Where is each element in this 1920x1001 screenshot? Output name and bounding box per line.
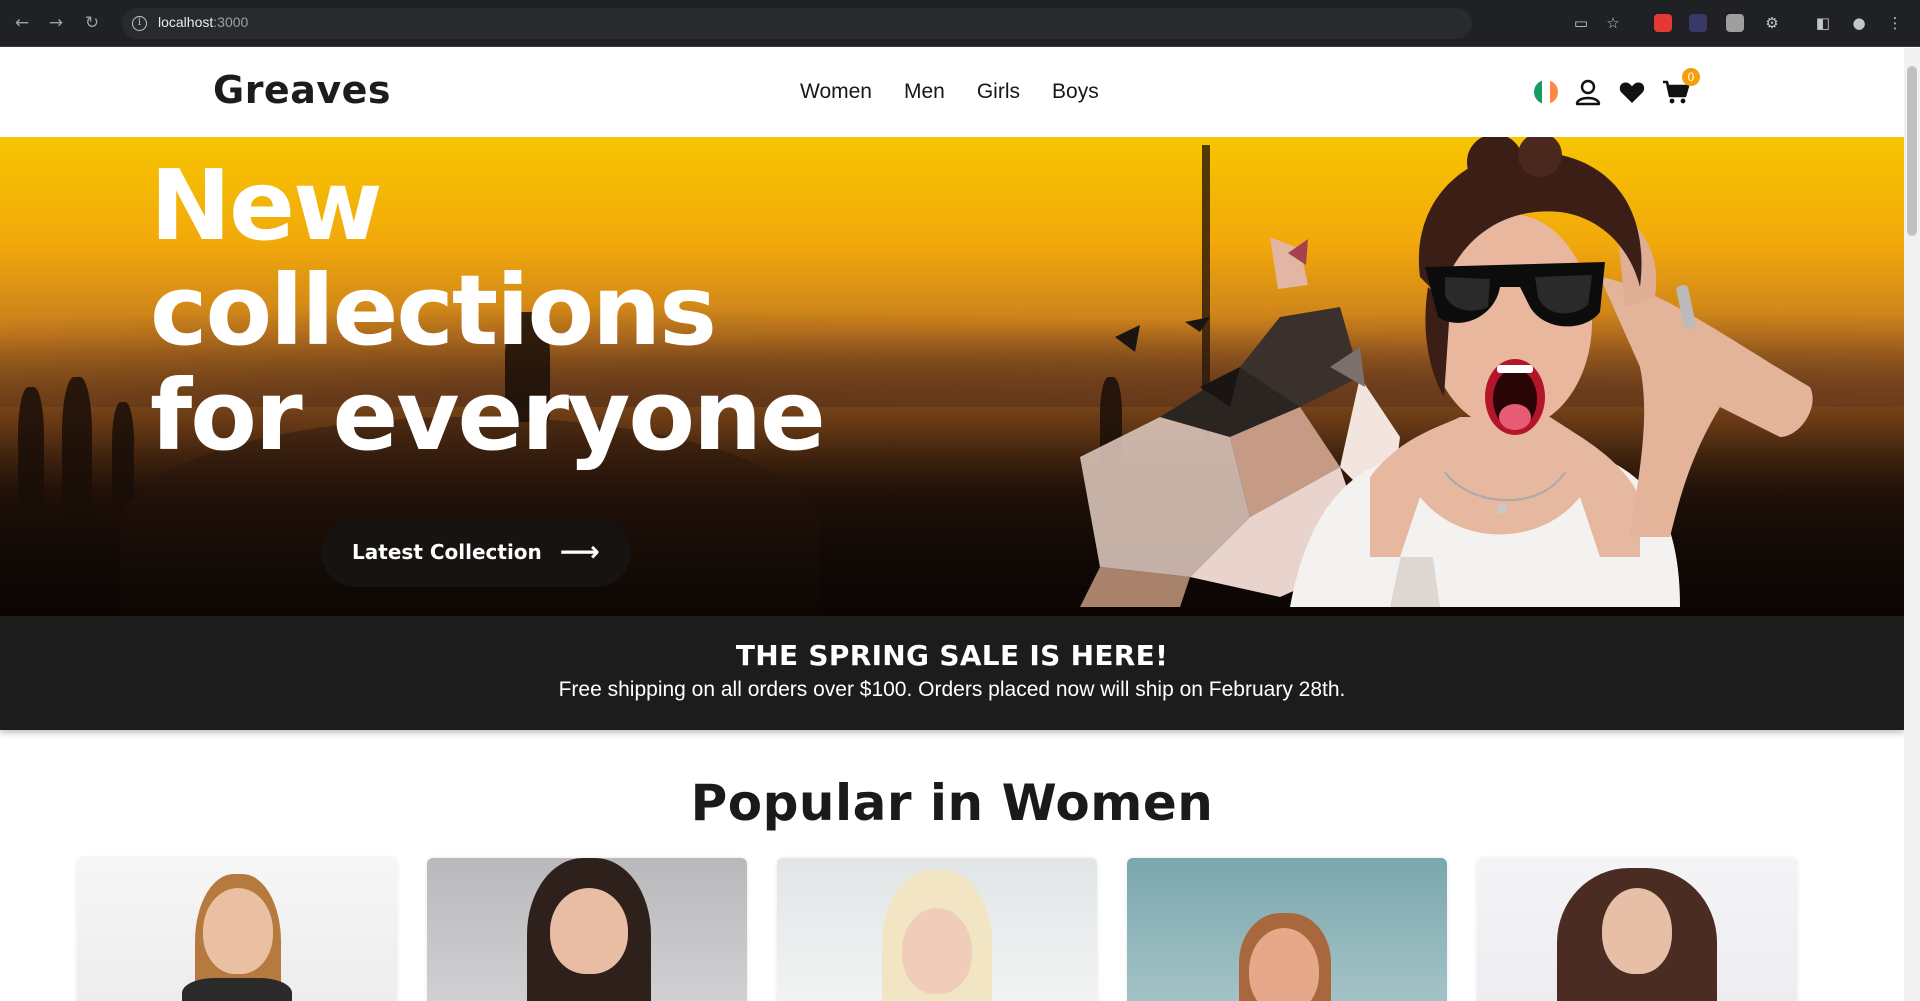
- sale-headline: THE SPRING SALE IS HERE!: [735, 639, 1169, 672]
- page-scrollbar[interactable]: [1904, 48, 1920, 1001]
- product-image-face: [902, 908, 972, 994]
- product-card[interactable]: [427, 858, 747, 1001]
- main-nav: Women Men Girls Boys: [800, 80, 1099, 104]
- user-icon[interactable]: [1574, 78, 1602, 106]
- reload-icon[interactable]: ↻: [80, 11, 104, 35]
- back-icon[interactable]: ←: [10, 11, 34, 35]
- hero-title: New collections for everyone: [150, 149, 826, 472]
- bookmark-star-icon[interactable]: ☆: [1602, 12, 1624, 34]
- product-image-face: [550, 888, 628, 974]
- header-icons: 0: [1534, 68, 1700, 106]
- address-url: localhost:3000: [158, 14, 249, 30]
- latest-collection-button[interactable]: Latest Collection ⟶: [321, 517, 631, 587]
- site-logo[interactable]: Greaves: [213, 68, 391, 112]
- hero-title-line: for everyone: [150, 359, 826, 472]
- hero-title-line: collections: [150, 254, 717, 367]
- chrome-menu-icon[interactable]: ⋮: [1884, 12, 1906, 34]
- ireland-flag-icon[interactable]: [1534, 80, 1558, 104]
- product-card[interactable]: [777, 858, 1097, 1001]
- section-title-popular: Popular in Women: [690, 774, 1214, 832]
- address-bar[interactable]: i localhost:3000: [122, 8, 1472, 39]
- hero-banner: New collections for everyone Latest Coll…: [0, 137, 1904, 616]
- side-panel-icon[interactable]: ◧: [1812, 12, 1834, 34]
- nav-boys[interactable]: Boys: [1052, 80, 1099, 104]
- extensions-puzzle-icon[interactable]: ⚙: [1761, 12, 1783, 34]
- browser-toolbar: ← → ↻ i localhost:3000 ▭ ☆ ⚙ ◧ ● ⋮: [0, 0, 1920, 47]
- arrow-right-icon: ⟶: [559, 535, 600, 568]
- cart-count-badge: 0: [1682, 68, 1700, 86]
- nav-men[interactable]: Men: [904, 80, 945, 104]
- nav-girls[interactable]: Girls: [977, 80, 1020, 104]
- profile-avatar-icon[interactable]: ●: [1848, 12, 1870, 34]
- cart[interactable]: 0: [1662, 68, 1700, 106]
- hero-model-image: [1080, 137, 1813, 607]
- extension-dark-icon[interactable]: [1689, 14, 1707, 32]
- product-card[interactable]: [77, 858, 397, 1001]
- product-image-face: [203, 888, 273, 974]
- extension-gray-icon[interactable]: [1726, 14, 1744, 32]
- extension-red-icon[interactable]: [1654, 14, 1672, 32]
- product-image-face: [1602, 888, 1672, 974]
- hero-background-person: [62, 377, 92, 517]
- product-cards: [77, 858, 1797, 1001]
- forward-icon[interactable]: →: [44, 11, 68, 35]
- product-image-jacket: [182, 978, 292, 1001]
- hero-background-person: [18, 387, 44, 507]
- hero-title-line: New: [150, 149, 383, 262]
- product-card[interactable]: [1127, 858, 1447, 1001]
- cast-icon[interactable]: ▭: [1570, 12, 1592, 34]
- sale-subtext: Free shipping on all orders over $100. O…: [558, 678, 1346, 701]
- product-card[interactable]: [1477, 858, 1797, 1001]
- site-info-icon[interactable]: i: [132, 16, 147, 31]
- site-header: Greaves Women Men Girls Boys 0: [0, 48, 1904, 137]
- scrollbar-thumb[interactable]: [1907, 66, 1917, 236]
- latest-collection-label: Latest Collection: [352, 540, 542, 564]
- heart-icon[interactable]: [1618, 78, 1646, 106]
- hero-background-person: [112, 402, 134, 502]
- nav-women[interactable]: Women: [800, 80, 872, 104]
- page-viewport: Greaves Women Men Girls Boys 0 New colle…: [0, 48, 1904, 1001]
- spring-sale-banner: THE SPRING SALE IS HERE! Free shipping o…: [0, 616, 1904, 730]
